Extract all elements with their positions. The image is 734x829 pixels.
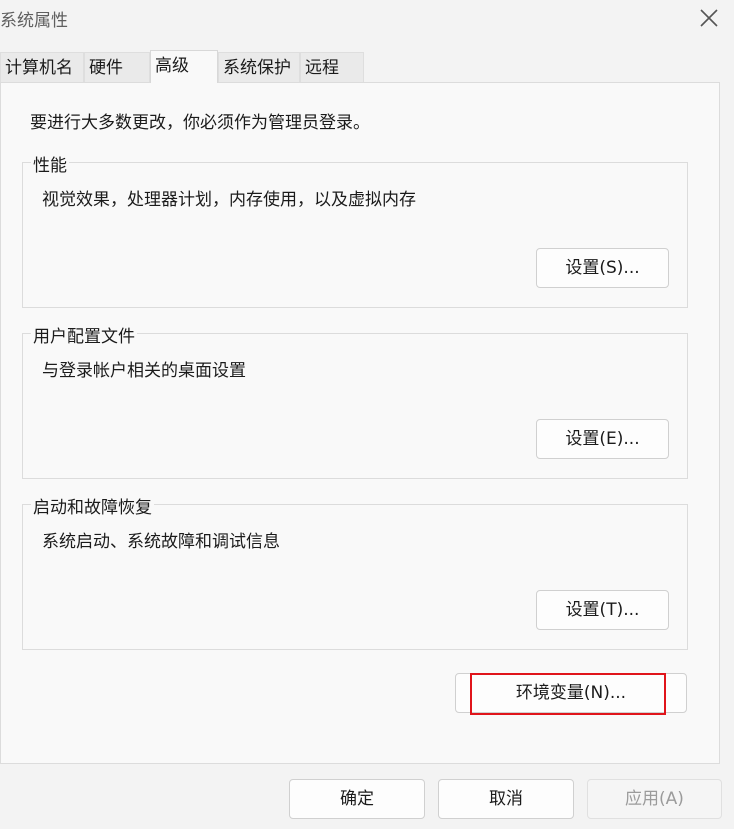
performance-group: 性能 视觉效果，处理器计划，内存使用，以及虚拟内存 设置(S)... [22,151,688,308]
tab-system-protection[interactable]: 系统保护 [218,52,300,82]
tab-computer-name[interactable]: 计算机名 [0,52,84,82]
apply-button[interactable]: 应用(A) [587,779,722,819]
user-profiles-group: 用户配置文件 与登录帐户相关的桌面设置 设置(E)... [22,322,688,479]
close-icon[interactable] [697,6,721,30]
performance-description: 视觉效果，处理器计划，内存使用，以及虚拟内存 [42,190,416,210]
tab-hardware[interactable]: 硬件 [84,52,150,82]
cancel-button[interactable]: 取消 [438,779,574,819]
ok-button[interactable]: 确定 [289,779,425,819]
startup-recovery-title: 启动和故障恢复 [31,493,154,518]
startup-recovery-settings-button[interactable]: 设置(T)... [536,590,669,630]
tab-advanced[interactable]: 高级 [150,50,218,83]
startup-recovery-description: 系统启动、系统故障和调试信息 [42,532,280,552]
tab-remote[interactable]: 远程 [300,52,364,82]
window-title: 系统属性 [0,11,68,31]
title-bar: 系统属性 [0,0,734,40]
user-profiles-description: 与登录帐户相关的桌面设置 [42,361,246,381]
tab-bar: 计算机名 硬件 高级 系统保护 远程 [0,50,734,83]
user-profiles-settings-button[interactable]: 设置(E)... [536,419,669,459]
performance-title: 性能 [31,151,69,176]
admin-note: 要进行大多数更改，你必须作为管理员登录。 [30,113,370,133]
user-profiles-title: 用户配置文件 [31,322,137,347]
startup-recovery-group: 启动和故障恢复 系统启动、系统故障和调试信息 设置(T)... [22,493,688,650]
environment-variables-button[interactable]: 环境变量(N)... [455,673,687,713]
performance-settings-button[interactable]: 设置(S)... [536,248,669,288]
